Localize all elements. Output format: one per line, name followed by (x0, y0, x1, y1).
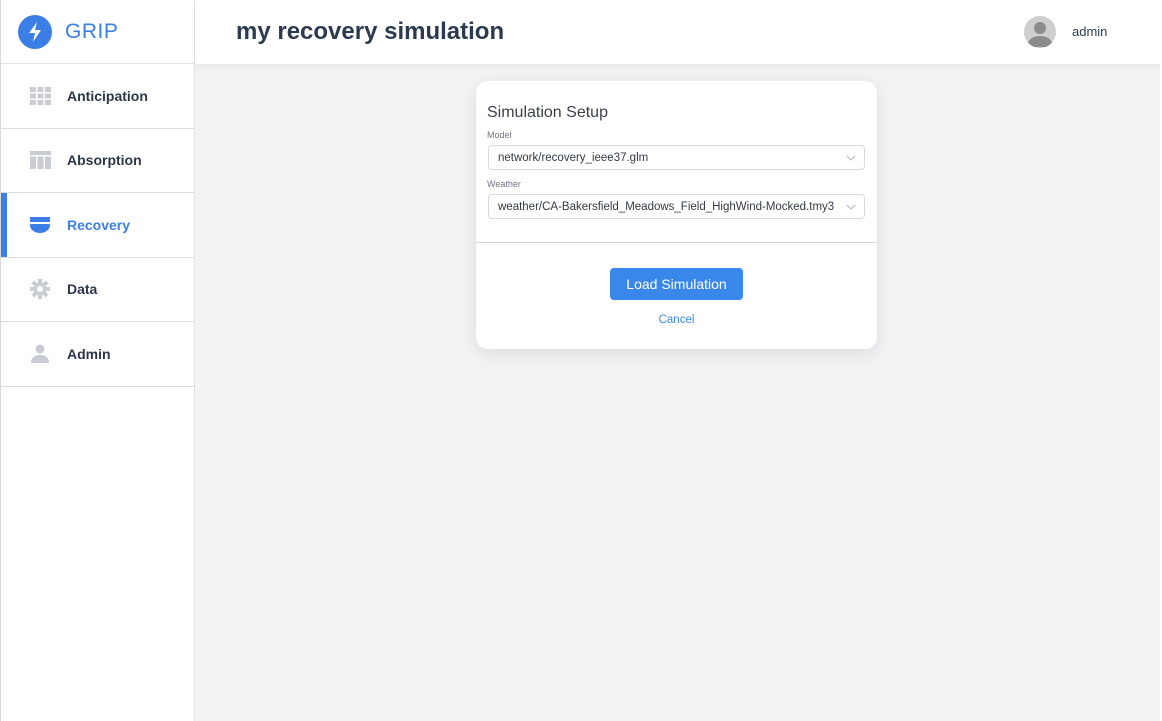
user-avatar-icon (1027, 22, 1053, 47)
brand[interactable]: GRIP (1, 0, 194, 64)
avatar[interactable] (1024, 16, 1056, 48)
lightning-bolt-logo-icon (18, 14, 52, 49)
sidebar-item-recovery[interactable]: Recovery (1, 193, 194, 258)
weather-label: Weather (487, 179, 521, 189)
grid-icon (29, 85, 51, 107)
table-icon (29, 149, 51, 171)
sidebar-item-label: Absorption (67, 152, 142, 169)
model-select-value: network/recovery_ieee37.glm (498, 151, 649, 164)
weather-select-value: weather/CA-Bakersfield_Meadows_Field_Hig… (498, 200, 835, 213)
sidebar-item-label: Anticipation (67, 87, 148, 104)
model-select[interactable]: network/recovery_ieee37.glm (488, 145, 865, 170)
dialog-title: Simulation Setup (487, 104, 608, 121)
top-header: my recovery simulation admin (195, 0, 1162, 64)
simulation-setup-dialog: Simulation Setup Model network/recovery_… (476, 81, 877, 349)
chevron-down-icon (846, 204, 856, 210)
sidebar-item-absorption[interactable]: Absorption (1, 129, 194, 193)
sidebar-item-label: Admin (67, 345, 111, 362)
sidebar: GRIP Anticipation Absorption Recovery Da… (0, 0, 195, 721)
user-icon (29, 343, 51, 365)
load-simulation-button[interactable]: Load Simulation (610, 268, 743, 300)
gear-icon (29, 278, 51, 300)
sidebar-item-label: Recovery (67, 216, 131, 233)
page-title: my recovery simulation (236, 18, 505, 45)
cancel-button[interactable]: Cancel (476, 314, 877, 326)
recovery-icon (29, 214, 51, 236)
sidebar-item-anticipation[interactable]: Anticipation (1, 64, 194, 129)
weather-select[interactable]: weather/CA-Bakersfield_Meadows_Field_Hig… (488, 194, 865, 219)
app-name: GRIP (65, 19, 119, 43)
sidebar-item-label: Data (67, 281, 98, 298)
sidebar-item-data[interactable]: Data (1, 258, 194, 322)
model-label: Model (487, 130, 512, 140)
dialog-divider (476, 242, 877, 243)
chevron-down-icon (846, 155, 856, 161)
user-name[interactable]: admin (1072, 24, 1107, 39)
sidebar-item-admin[interactable]: Admin (1, 322, 194, 387)
